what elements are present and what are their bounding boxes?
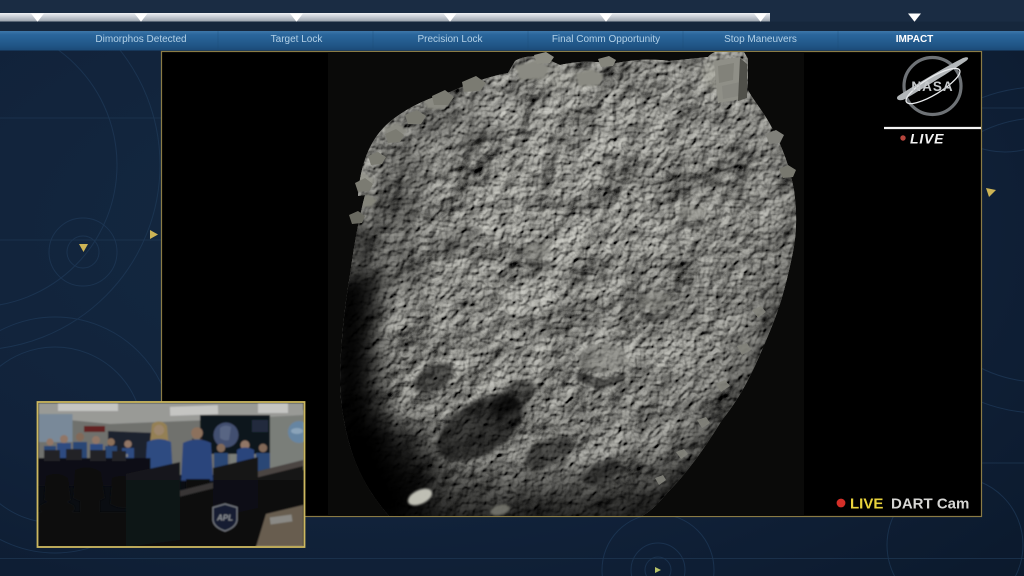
svg-text:Final Comm Opportunity: Final Comm Opportunity <box>552 34 660 45</box>
svg-text:NASA: NASA <box>911 79 953 94</box>
svg-text:Precision Lock: Precision Lock <box>417 34 483 45</box>
svg-text:IMPACT: IMPACT <box>896 34 934 45</box>
svg-text:LIVE: LIVE <box>910 131 944 147</box>
svg-text:Target Lock: Target Lock <box>271 34 324 45</box>
svg-text:LIVE: LIVE <box>850 496 883 513</box>
svg-text:Stop Maneuvers: Stop Maneuvers <box>724 34 797 45</box>
svg-text:Dimorphos Detected: Dimorphos Detected <box>95 34 186 45</box>
svg-text:DART Cam: DART Cam <box>891 496 969 513</box>
